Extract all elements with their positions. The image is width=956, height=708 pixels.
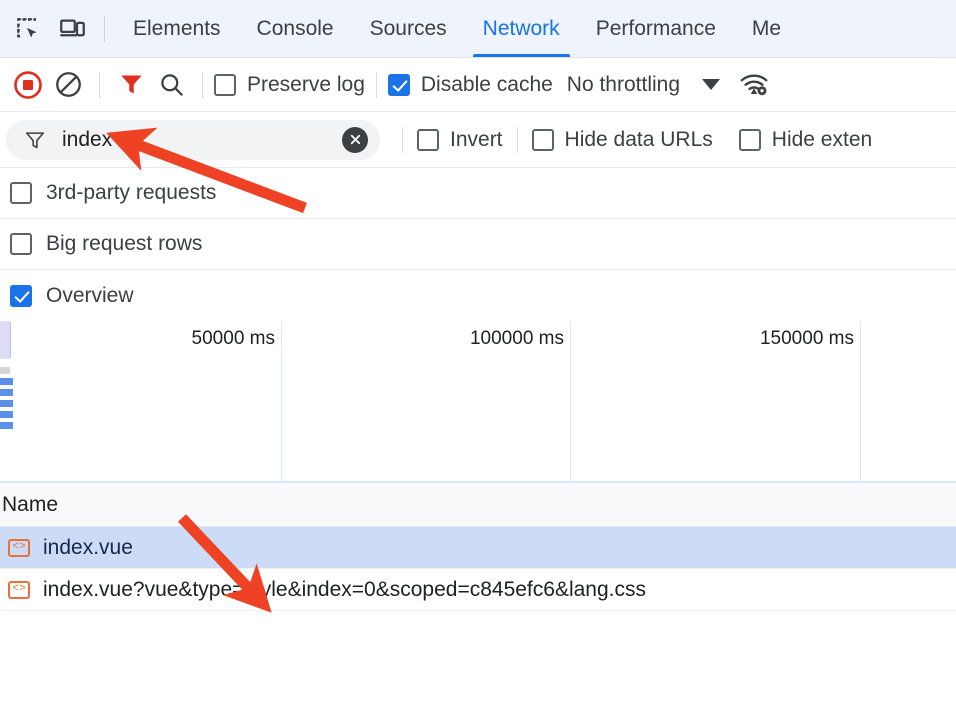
- filterbar-divider-1: [402, 127, 403, 153]
- request-name: index.vue?vue&type=style&index=0&scoped=…: [43, 578, 646, 602]
- network-conditions-icon[interactable]: [734, 65, 774, 105]
- timeline-gridline: [570, 321, 571, 481]
- requests-table-header: Name: [0, 483, 956, 527]
- overview-row[interactable]: Overview: [0, 270, 956, 321]
- third-party-requests-box[interactable]: [10, 182, 32, 204]
- overview-box[interactable]: [10, 285, 32, 307]
- tab-elements[interactable]: Elements: [115, 0, 239, 58]
- hide-data-urls-checkbox[interactable]: Hide data URLs: [532, 128, 713, 152]
- filter-funnel-icon: [24, 129, 46, 151]
- timeline-gridline: [281, 321, 282, 481]
- invert-box[interactable]: [417, 129, 439, 151]
- timeline-request-bar: [0, 422, 13, 429]
- table-row[interactable]: <> index.vue?vue&type=style&index=0&scope…: [0, 569, 956, 611]
- network-filterbar: index Invert Hide data URLs Hide exten: [0, 112, 956, 168]
- third-party-requests-label: 3rd-party requests: [46, 181, 216, 205]
- timeline-request-bar: [0, 367, 10, 374]
- column-header-name[interactable]: Name: [2, 493, 58, 517]
- invert-label: Invert: [450, 128, 503, 152]
- hide-extension-urls-box[interactable]: [739, 129, 761, 151]
- device-toolbar-icon[interactable]: [50, 7, 94, 51]
- timeline-request-bar: [0, 400, 13, 407]
- big-request-rows-label: Big request rows: [46, 232, 202, 256]
- filterbar-divider-2: [517, 127, 518, 153]
- tab-sources-label: Sources: [370, 17, 447, 41]
- tabbar-divider: [104, 16, 105, 42]
- tab-sources[interactable]: Sources: [352, 0, 465, 58]
- preserve-log-checkbox[interactable]: Preserve log: [214, 73, 365, 97]
- invert-checkbox[interactable]: Invert: [417, 128, 503, 152]
- disable-cache-checkbox[interactable]: Disable cache: [388, 73, 553, 97]
- disable-cache-label: Disable cache: [421, 73, 553, 97]
- throttling-select[interactable]: No throttling: [567, 73, 680, 97]
- toolbar-divider-1: [99, 72, 100, 98]
- tab-console-label: Console: [257, 17, 334, 41]
- hide-data-urls-label: Hide data URLs: [565, 128, 713, 152]
- timeline-request-bar: [0, 411, 13, 418]
- tab-memory-label: Me: [752, 17, 781, 41]
- tab-network[interactable]: Network: [465, 0, 578, 58]
- chevron-down-icon[interactable]: [702, 79, 720, 90]
- record-button[interactable]: [8, 65, 48, 105]
- table-row[interactable]: <> index.vue: [0, 527, 956, 569]
- timeline-tick-label: 150000 ms: [760, 328, 860, 350]
- timeline-request-bar: [0, 378, 13, 385]
- third-party-requests-row[interactable]: 3rd-party requests: [0, 168, 956, 219]
- toolbar-divider-3: [376, 72, 377, 98]
- timeline-request-bar: [0, 389, 13, 396]
- tab-memory[interactable]: Me: [734, 0, 799, 58]
- overview-label: Overview: [46, 284, 134, 308]
- inspect-element-icon[interactable]: [6, 7, 50, 51]
- toolbar-divider-2: [202, 72, 203, 98]
- tab-console[interactable]: Console: [239, 0, 352, 58]
- preserve-log-label: Preserve log: [247, 73, 365, 97]
- filter-input-wrapper[interactable]: index: [6, 120, 380, 160]
- requests-table-body: <> index.vue <> index.vue?vue&type=style&in…: [0, 527, 956, 611]
- script-file-icon: <>: [8, 581, 30, 599]
- script-file-icon: <>: [8, 539, 30, 557]
- tab-performance-label: Performance: [596, 17, 716, 41]
- tab-elements-label: Elements: [133, 17, 221, 41]
- timeline-tick-label: 100000 ms: [470, 328, 570, 350]
- hide-extension-urls-checkbox[interactable]: Hide exten: [739, 128, 872, 152]
- disable-cache-box[interactable]: [388, 74, 410, 96]
- devtools-network-panel: Elements Console Sources Network Perform…: [0, 0, 956, 708]
- big-request-rows-row[interactable]: Big request rows: [0, 219, 956, 270]
- clear-button[interactable]: [48, 65, 88, 105]
- hide-extension-urls-label: Hide exten: [772, 128, 872, 152]
- tab-network-label: Network: [483, 17, 560, 41]
- hide-data-urls-box[interactable]: [532, 129, 554, 151]
- request-name: index.vue: [43, 536, 133, 560]
- tab-performance[interactable]: Performance: [578, 0, 734, 58]
- filter-icon[interactable]: [111, 65, 151, 105]
- timeline-tick-label: 50000 ms: [192, 328, 281, 350]
- filter-input[interactable]: index: [62, 128, 342, 152]
- timeline-gridline: [860, 321, 861, 481]
- network-overview-timeline[interactable]: 50000 ms 100000 ms 150000 ms: [0, 321, 956, 483]
- overview-selection-handle[interactable]: [0, 321, 11, 359]
- big-request-rows-box[interactable]: [10, 233, 32, 255]
- network-toolbar: Preserve log Disable cache No throttling: [0, 58, 956, 112]
- preserve-log-box[interactable]: [214, 74, 236, 96]
- devtools-tabbar: Elements Console Sources Network Perform…: [0, 0, 956, 58]
- search-icon[interactable]: [151, 65, 191, 105]
- clear-filter-icon[interactable]: [342, 127, 368, 153]
